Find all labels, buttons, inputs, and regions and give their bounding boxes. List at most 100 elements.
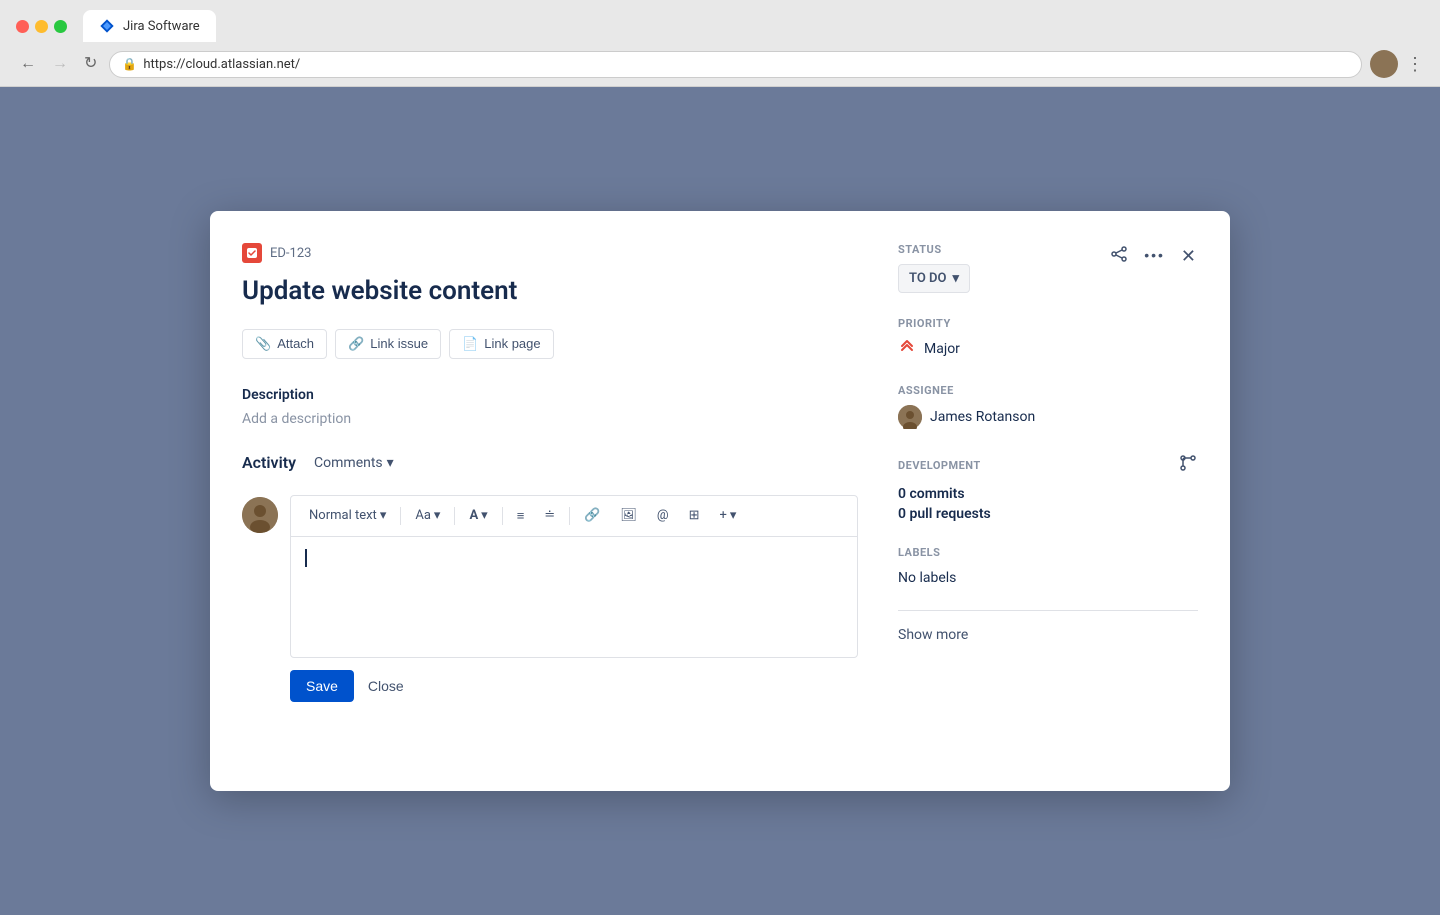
priority-section-label: PRIORITY [898,317,1198,330]
chevron-down-icon: ▾ [387,455,394,471]
browser-toolbar: ← → ↻ 🔒 https://cloud.atlassian.net/ ⋮ [0,42,1440,86]
link-toolbar-icon: 🔗 [584,508,600,523]
commits-label: commits [909,486,964,502]
story-icon [246,247,258,259]
assignee-avatar-img [898,405,922,429]
status-dropdown[interactable]: TO DO ▾ [898,264,970,293]
attach-button[interactable]: 📎 Attach [242,329,327,359]
toolbar-sep-4 [569,507,570,525]
share-button[interactable] [1104,239,1134,273]
comment-area: Normal text ▾ Aa ▾ A ▾ [242,495,858,702]
modal-actions: ••• ✕ [1104,239,1202,273]
toolbar-sep-2 [454,507,455,525]
description-label: Description [242,387,858,403]
plus-icon: + [720,508,727,523]
fullscreen-traffic-light[interactable] [54,20,67,33]
more-icon: ••• [1144,247,1165,263]
assignee-section: ASSIGNEE James Rotanson [898,384,1198,429]
editor-toolbar: Normal text ▾ Aa ▾ A ▾ [291,496,857,537]
activity-row: Activity Comments ▾ [242,451,858,475]
major-priority-icon [898,338,916,356]
assignee-avatar [898,405,922,429]
font-color-dropdown[interactable]: A ▾ [461,504,495,527]
status-value: TO DO [909,271,946,286]
browser-titlebar: Jira Software [0,0,1440,42]
priority-row: Major [898,338,1198,360]
cancel-comment-button[interactable]: Close [364,670,408,702]
mention-button[interactable]: @ [649,504,677,527]
tab-title: Jira Software [123,19,200,34]
close-icon: ✕ [1181,246,1196,266]
minimize-traffic-light[interactable] [35,20,48,33]
create-branch-icon[interactable] [1178,453,1198,478]
priority-value: Major [924,341,960,357]
browser-menu-button[interactable]: ⋮ [1406,54,1424,75]
labels-section-label: LABELS [898,546,1198,559]
font-size-dropdown[interactable]: Aa ▾ [407,504,448,527]
more-options-button[interactable]: ••• [1138,242,1171,270]
jira-logo-icon [99,18,115,34]
link-issue-button[interactable]: 🔗 Link issue [335,329,441,359]
close-traffic-light[interactable] [16,20,29,33]
assignee-section-label: ASSIGNEE [898,384,1198,397]
mention-icon: @ [657,508,669,523]
forward-button[interactable]: → [48,54,72,74]
toolbar-sep-3 [502,507,503,525]
text-style-chevron-icon: ▾ [380,508,387,523]
current-user-avatar [242,497,278,533]
branch-icon [1178,453,1198,473]
text-style-label: Normal text [309,508,377,523]
labels-value: No labels [898,570,956,586]
link-button[interactable]: 🔗 [576,504,608,527]
image-icon: 🖼 [620,508,637,523]
description-placeholder[interactable]: Add a description [242,411,858,427]
avatar-image [242,497,278,533]
link-page-button[interactable]: 📄 Link page [449,329,554,359]
save-button[interactable]: Save [290,670,354,702]
close-modal-button[interactable]: ✕ [1175,241,1202,272]
table-button[interactable]: ⊞ [681,504,708,527]
issue-id-row: ED-123 [242,243,858,263]
traffic-lights [16,20,67,33]
reload-button[interactable]: ↻ [80,54,101,74]
development-section-label: DEVELOPMENT [898,459,981,472]
main-content: ••• ✕ ED-123 Update website content [0,87,1440,915]
font-color-chevron-icon: ▾ [481,508,488,523]
activity-label: Activity [242,453,296,472]
priority-icon [898,338,916,360]
font-color-icon: A [469,508,478,523]
browser-tab[interactable]: Jira Software [83,10,216,42]
address-bar[interactable]: 🔒 https://cloud.atlassian.net/ [109,51,1362,78]
text-style-dropdown[interactable]: Normal text ▾ [301,504,394,527]
editor-body[interactable] [291,537,857,657]
pr-count: 0 [898,506,906,522]
comments-dropdown[interactable]: Comments ▾ [306,451,402,475]
assignee-name: James Rotanson [930,409,1035,425]
plus-chevron-icon: ▾ [730,508,737,523]
editor-container: Normal text ▾ Aa ▾ A ▾ [290,495,858,658]
back-button[interactable]: ← [16,54,40,74]
editor-actions: Save Close [290,670,858,702]
sidebar-divider [898,610,1198,611]
ordered-list-button[interactable]: ≐ [536,504,563,527]
show-more-button[interactable]: Show more [898,627,1198,643]
pr-label: pull requests [909,506,990,522]
pull-requests-stat: 0 pull requests [898,506,1198,522]
image-button[interactable]: 🖼 [612,504,645,527]
link-issue-icon: 🔗 [348,336,364,352]
issue-modal: ••• ✕ ED-123 Update website content [210,211,1230,791]
development-section: DEVELOPMENT 0 commits [898,453,1198,522]
font-chevron-icon: ▾ [434,508,441,523]
unordered-list-button[interactable]: ≡ [509,504,533,528]
profile-area: ⋮ [1370,50,1424,78]
labels-section: LABELS No labels [898,546,1198,586]
attach-icon: 📎 [255,336,271,352]
commits-count: 0 [898,486,906,502]
link-page-icon: 📄 [462,336,478,352]
action-buttons: 📎 Attach 🔗 Link issue 📄 Link page [242,329,858,359]
more-toolbar-button[interactable]: + ▾ [712,504,745,527]
unordered-list-icon: ≡ [517,508,525,524]
browser-profile-avatar[interactable] [1370,50,1398,78]
share-icon [1110,245,1128,263]
editor-wrapper: Normal text ▾ Aa ▾ A ▾ [290,495,858,702]
